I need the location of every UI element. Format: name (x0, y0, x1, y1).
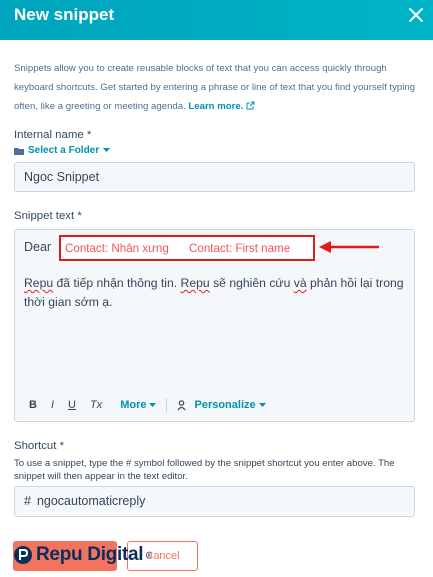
caret-down-icon (103, 148, 111, 152)
external-link-icon (246, 101, 255, 110)
folder-icon (14, 147, 24, 155)
shortcut-label: Shortcut * (14, 440, 65, 452)
repu-digital-logo-icon (14, 546, 32, 564)
token-nhan-xung[interactable]: Contact: Nhân xưng (65, 242, 169, 255)
close-icon (409, 8, 423, 22)
token-highlight-box: Contact: Nhân xưng Contact: First name (59, 235, 315, 261)
toolbar-divider (166, 398, 168, 412)
more-dropdown[interactable]: More (120, 399, 157, 411)
intro-text: Snippets allow you to create reusable bl… (14, 59, 419, 116)
watermark-text: Repu Digital (36, 544, 144, 565)
dialog-title: New snippet (14, 5, 115, 24)
repu-digital-watermark: Repu Digital ® (13, 544, 152, 566)
token-first-name[interactable]: Contact: First name (189, 242, 290, 255)
snippet-editor[interactable]: Dear Contact: Nhân xưng Contact: First n… (14, 229, 415, 422)
personalize-icon (177, 399, 186, 410)
bold-button[interactable]: B (29, 399, 37, 411)
greeting-text: Dear (24, 240, 52, 254)
internal-name-input[interactable]: Ngoc Snippet (14, 162, 415, 192)
shortcut-input[interactable]: # ngocautomaticreply (14, 486, 415, 517)
underline-button[interactable]: U (68, 399, 76, 411)
internal-name-label: Internal name * (14, 129, 92, 141)
personalize-dropdown[interactable]: Personalize (177, 399, 266, 411)
hash-prefix: # (24, 494, 31, 508)
shortcut-help-text: To use a snippet, type the # symbol foll… (14, 458, 395, 482)
shortcut-value: ngocautomaticreply (36, 494, 146, 508)
watermark-registered-mark: ® (146, 550, 153, 560)
learn-more-link[interactable]: Learn more. (188, 101, 255, 112)
caret-down-icon (149, 402, 157, 407)
caret-down-icon (258, 402, 266, 407)
clear-format-button[interactable]: Tx (90, 399, 102, 411)
dialog-header: New snippet (0, 0, 433, 40)
select-folder-dropdown[interactable]: Select a Folder (14, 145, 111, 156)
editor-toolbar: B I U Tx More Personalize (29, 397, 266, 413)
select-folder-label: Select a Folder (28, 145, 100, 156)
close-button[interactable] (405, 4, 427, 26)
snippet-text-label: Snippet text * (14, 210, 82, 222)
snippet-body-text: Repu đã tiếp nhận thông tin. Repu sẽ ngh… (24, 276, 404, 309)
annotation-arrow-icon (319, 241, 379, 253)
italic-button[interactable]: I (51, 399, 54, 411)
